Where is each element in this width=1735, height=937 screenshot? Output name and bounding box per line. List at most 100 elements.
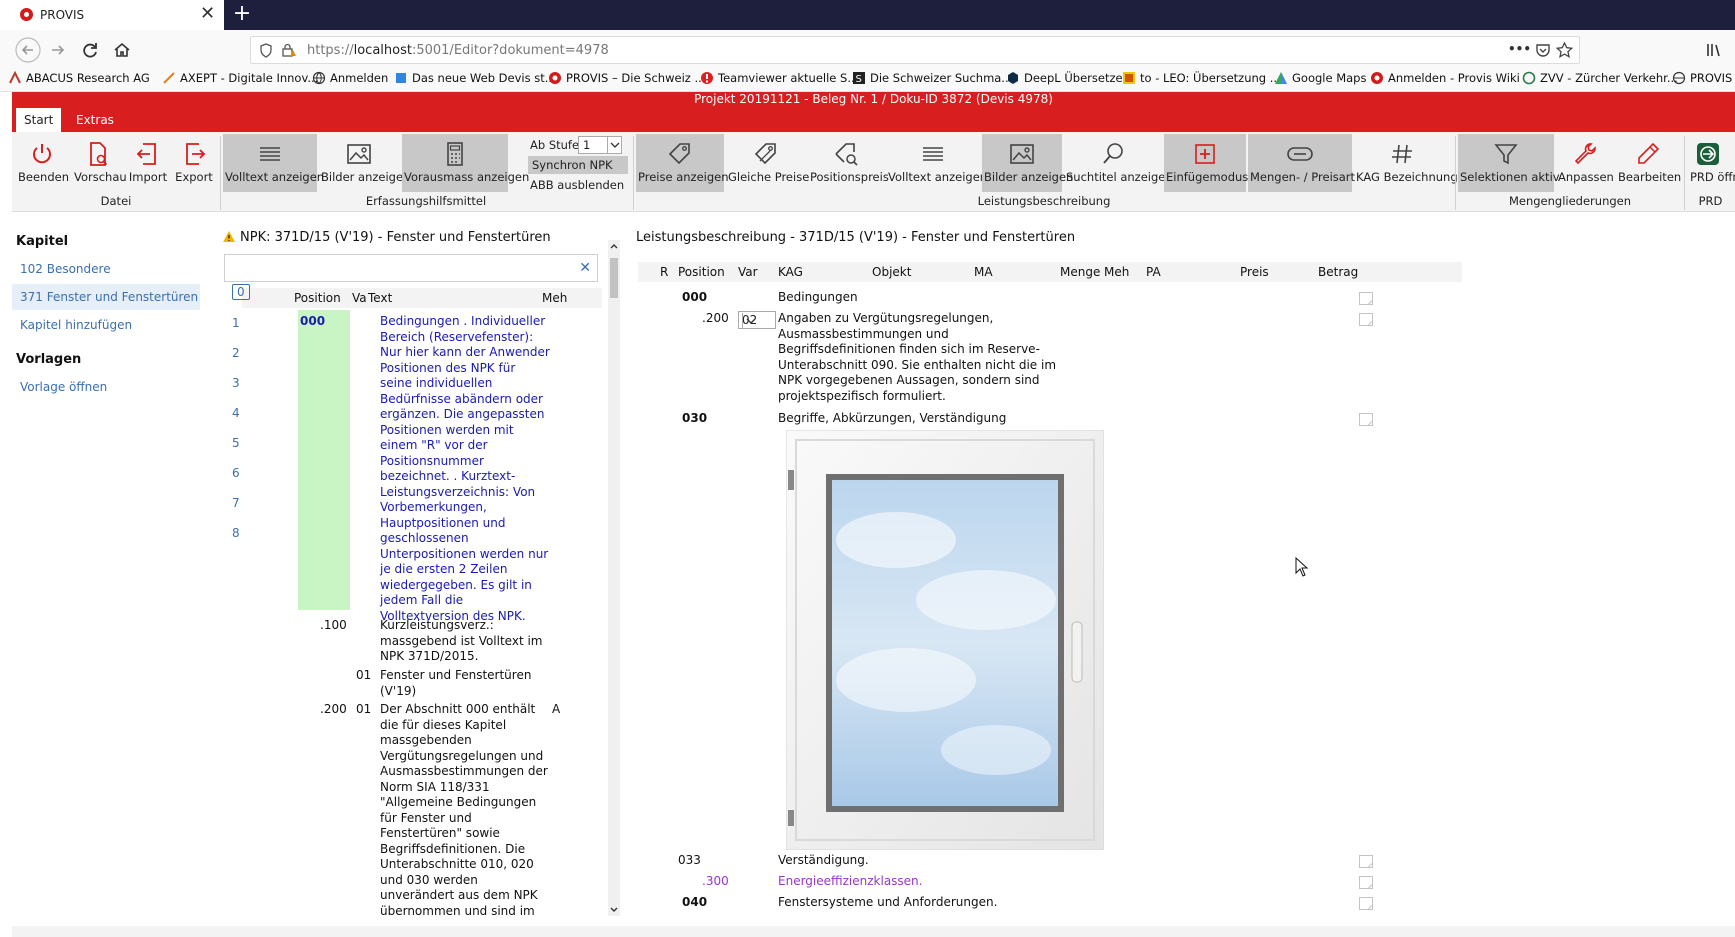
col-r[interactable]: R <box>660 265 668 279</box>
bilder-anzeigen-button[interactable]: Bilder anzeigen <box>319 134 410 192</box>
col-position[interactable]: Position <box>678 265 725 279</box>
note-icon[interactable] <box>1359 292 1373 305</box>
col-pa[interactable]: PA <box>1146 265 1161 279</box>
clear-search-icon[interactable]: ✕ <box>579 260 591 276</box>
npk-index-8[interactable]: 8 <box>232 526 240 540</box>
lb-row-text[interactable]: Fenstersysteme und Anforderungen. <box>778 895 1068 911</box>
anpassen-button[interactable]: Anpassen <box>1556 134 1614 192</box>
sidebar-item-102-besondere-bestimmungen[interactable]: 102 Besondere Bestimmungen <box>12 256 200 302</box>
note-icon[interactable] <box>1359 897 1373 910</box>
browser-tab-provis[interactable]: PROVIS ✕ <box>0 0 224 30</box>
positionspreis-button[interactable]: Positionspreis <box>808 134 889 192</box>
tab-start[interactable]: Start <box>16 108 62 132</box>
lb-row-text[interactable]: Energieeffizienzklassen. <box>778 874 1068 890</box>
ab-stufe-select[interactable]: 1 <box>578 136 622 154</box>
beenden-button[interactable]: Beenden <box>16 134 69 192</box>
tab-extras[interactable]: Extras <box>68 108 122 132</box>
page-actions-menu-icon[interactable]: ••• <box>1508 42 1531 56</box>
reload-icon[interactable] <box>76 36 104 64</box>
npk-row-text[interactable]: Kurzleistungsverz.: massgebend ist Vollt… <box>380 618 550 665</box>
sidebar-item-371-fenster[interactable]: 371 Fenster und Fenstertüren <box>12 284 200 310</box>
col-betrag[interactable]: Betrag <box>1318 265 1358 279</box>
npk-row-pos[interactable]: 000 <box>300 314 325 328</box>
forward-icon[interactable] <box>44 36 72 64</box>
library-icon[interactable] <box>1700 36 1728 64</box>
suchtitel-anzeigen-button[interactable]: Suchtitel anzeigen <box>1064 134 1173 192</box>
bookmark-star-icon[interactable] <box>1556 42 1573 58</box>
bookmark-item[interactable]: DeepL Übersetzer <box>1006 71 1127 85</box>
synchron-npk-toggle[interactable]: Synchron NPK <box>528 156 628 174</box>
prd-oeffnen-button[interactable]: PRD öffne <box>1686 134 1735 192</box>
pocket-icon[interactable] <box>1535 43 1551 58</box>
gleiche-preise-button[interactable]: Gleiche Preise <box>726 134 809 192</box>
npk-index-2[interactable]: 2 <box>232 346 240 360</box>
lb-row-pos[interactable]: 030 <box>682 411 707 425</box>
sidebar-item-kapitel-hinzufuegen[interactable]: Kapitel hinzufügen <box>12 312 200 338</box>
lb-row-pos[interactable]: .300 <box>702 874 729 888</box>
tab-close-icon[interactable]: ✕ <box>200 3 215 24</box>
vorausmass-anzeigen-button[interactable]: Vorausmass anzeigen <box>402 134 529 192</box>
lb-row-pos[interactable]: .200 <box>702 311 729 325</box>
home-icon[interactable] <box>108 36 136 64</box>
npk-row-text[interactable]: Der Abschnitt 000 enthält die für dieses… <box>380 702 550 916</box>
lb-row-pos[interactable]: 040 <box>682 895 707 909</box>
lb-volltext-anzeigen-button[interactable]: Volltext anzeigen <box>886 134 987 192</box>
import-button[interactable]: Import <box>126 134 170 192</box>
col-var[interactable]: Var <box>738 265 758 279</box>
npk-index-7[interactable]: 7 <box>232 496 240 510</box>
col-objekt[interactable]: Objekt <box>872 265 911 279</box>
vorschau-button[interactable]: Vorschau <box>72 134 127 192</box>
npk-index-1[interactable]: 1 <box>232 316 240 330</box>
col-position[interactable]: Position <box>294 291 341 305</box>
lb-row-text[interactable]: Begriffe, Abkürzungen, Verständigung <box>778 411 1068 427</box>
npk-scrollbar-thumb[interactable] <box>610 258 618 298</box>
scroll-up-icon[interactable] <box>608 240 620 252</box>
bookmark-item[interactable]: Teamviewer aktuelle S... <box>700 71 858 85</box>
bookmark-item[interactable]: S Die Schweizer Suchma... <box>852 71 1012 85</box>
bookmark-item[interactable]: Anmelden <box>312 71 388 85</box>
bookmark-item[interactable]: to - LEO: Übersetzung ... <box>1122 71 1281 85</box>
col-kag[interactable]: KAG <box>778 265 803 279</box>
npk-index-3[interactable]: 3 <box>232 376 240 390</box>
bookmark-item[interactable]: AXEPT - Digitale Innov... <box>162 71 318 85</box>
bookmark-item[interactable]: ZVV - Zürcher Verkehr... <box>1522 71 1678 85</box>
bookmark-item[interactable]: PROVIS C <box>1672 71 1735 85</box>
note-icon[interactable] <box>1359 876 1373 889</box>
col-ma[interactable]: MA <box>974 265 993 279</box>
npk-scrollbar[interactable] <box>608 240 620 916</box>
scroll-down-icon[interactable] <box>608 904 620 916</box>
volltext-anzeigen-button[interactable]: Volltext anzeigen <box>223 134 324 192</box>
npk-index-5[interactable]: 5 <box>232 436 240 450</box>
var-select[interactable]: 02 <box>738 311 776 329</box>
bookmark-item[interactable]: ABACUS Research AG <box>8 71 150 85</box>
abb-ausblenden-toggle[interactable]: ABB ausblenden <box>530 176 624 194</box>
lb-row-text[interactable]: Bedingungen <box>778 290 1068 306</box>
col-meh[interactable]: Meh <box>1104 265 1129 279</box>
bookmark-item[interactable]: PROVIS – Die Schweiz ... <box>548 71 705 85</box>
lb-row-text[interactable]: Angaben zu Vergütungsregelungen, Ausmass… <box>778 311 1068 404</box>
url-bar[interactable]: https://localhost:5001/Editor?dokument=4… <box>250 36 1580 64</box>
col-va[interactable]: Va <box>352 291 367 305</box>
lb-row-pos[interactable]: 033 <box>678 853 701 867</box>
npk-index-4[interactable]: 4 <box>232 406 240 420</box>
npk-row-pos[interactable]: .200 <box>320 702 347 716</box>
bookmark-item[interactable]: Google Maps <box>1274 71 1366 85</box>
bookmark-item[interactable]: Anmelden - Provis Wiki <box>1370 71 1520 85</box>
npk-row-pos[interactable]: .100 <box>320 618 347 632</box>
npk-row-text[interactable]: Fenster und Fenstertüren (V'19) <box>380 668 550 699</box>
bearbeiten-button[interactable]: Bearbeiten <box>1616 134 1681 192</box>
note-icon[interactable] <box>1359 313 1373 326</box>
note-icon[interactable] <box>1359 413 1373 426</box>
lb-row-pos[interactable]: 000 <box>682 290 707 304</box>
selektionen-aktiv-button[interactable]: Selektionen aktiv <box>1458 134 1560 192</box>
npk-index-0[interactable]: 0 <box>232 284 250 300</box>
sidebar-item-vorlage-oeffnen[interactable]: Vorlage öffnen <box>12 374 200 400</box>
bookmark-item[interactable]: Das neue Web Devis st... <box>394 71 556 85</box>
npk-index-6[interactable]: 6 <box>232 466 240 480</box>
npk-row-text[interactable]: Bedingungen . Individueller Bereich (Res… <box>380 314 550 624</box>
col-preis[interactable]: Preis <box>1240 265 1269 279</box>
back-icon[interactable] <box>14 36 42 64</box>
mengen-preisart-button[interactable]: Mengen- / Preisart <box>1248 134 1355 192</box>
col-text[interactable]: Text <box>368 291 392 305</box>
export-button[interactable]: Export <box>172 134 216 192</box>
